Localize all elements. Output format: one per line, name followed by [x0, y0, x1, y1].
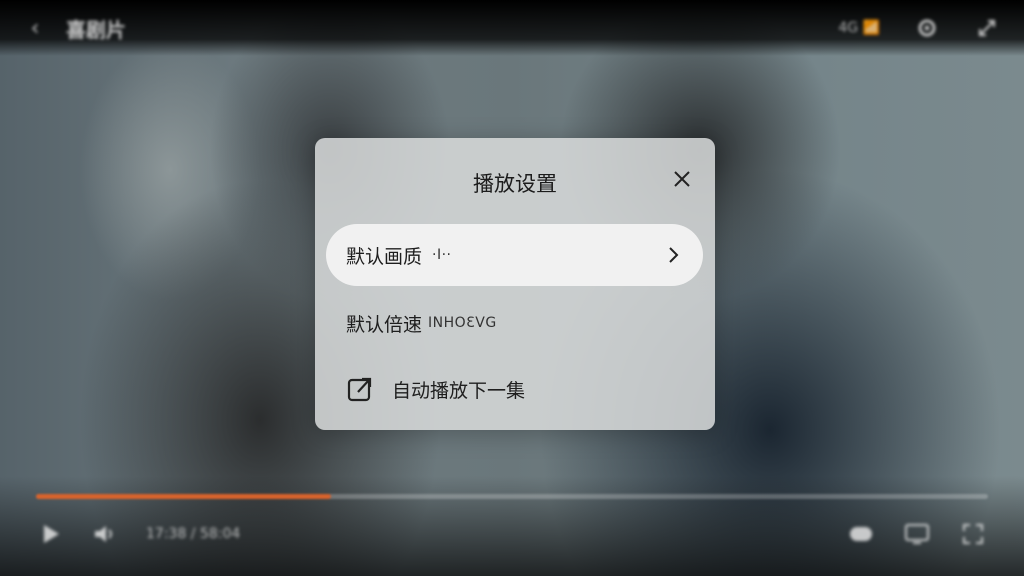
controls-right — [846, 519, 988, 549]
autoplay-icon — [346, 375, 374, 403]
fullscreen-icon[interactable] — [974, 15, 1000, 41]
option-label: 默认画质 — [346, 245, 423, 268]
screen-cast-icon[interactable] — [902, 519, 932, 549]
option-value: ·I·· — [432, 247, 452, 263]
play-icon[interactable] — [36, 519, 66, 549]
volume-icon[interactable] — [90, 519, 120, 549]
network-status: 4G 📶 — [838, 20, 880, 36]
danmaku-icon[interactable] — [846, 519, 876, 549]
progress-fill — [36, 494, 332, 499]
bottom-controls: 17:38 / 58:04 — [0, 512, 1024, 556]
time-display: 17:38 / 58:04 — [146, 526, 241, 542]
video-title: 喜剧片 — [66, 17, 126, 42]
close-button[interactable] — [667, 164, 697, 194]
default-quality-option[interactable]: 默认画质 ·I·· — [326, 224, 703, 286]
playback-settings-dialog: 播放设置 默认画质 ·I·· 默认倍速 INHOƐVG 自动播放下一集 — [315, 138, 715, 430]
autoplay-next-option[interactable]: 自动播放下一集 — [326, 358, 703, 420]
gear-icon[interactable] — [914, 15, 940, 41]
close-icon — [674, 171, 690, 187]
top-bar: ‹ 喜剧片 4G 📶 — [0, 0, 1024, 56]
chevron-right-icon — [663, 245, 683, 265]
expand-icon[interactable] — [958, 519, 988, 549]
option-value: INHOƐVG — [428, 315, 497, 331]
top-bar-right: 4G 📶 — [838, 15, 1000, 41]
progress-bar[interactable] — [36, 494, 988, 499]
option-label: 默认倍速 — [346, 313, 423, 336]
dialog-title: 播放设置 — [473, 172, 557, 196]
default-speed-option[interactable]: 默认倍速 INHOƐVG — [326, 292, 703, 354]
option-label: 自动播放下一集 — [392, 379, 526, 402]
back-arrow-icon[interactable]: ‹ — [24, 16, 46, 41]
